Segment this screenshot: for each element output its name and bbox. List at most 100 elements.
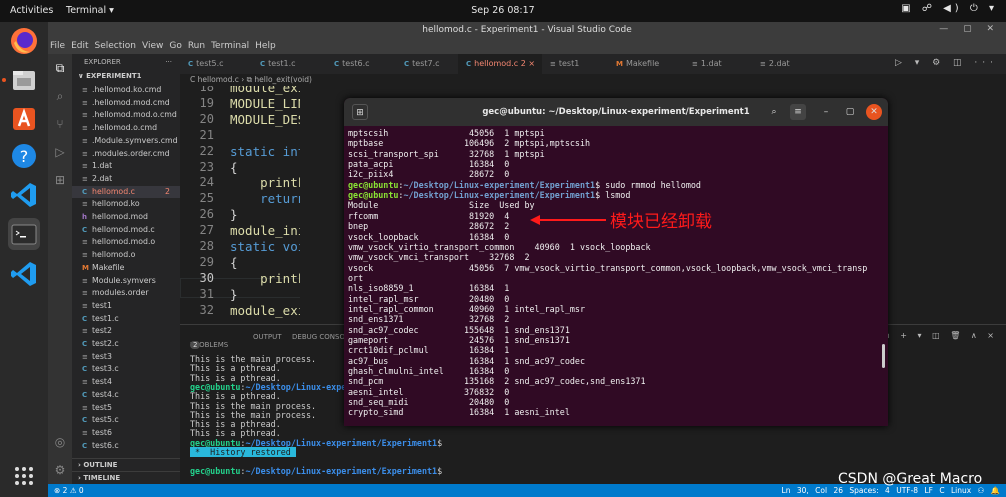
editor-tab[interactable]: Ctest1.c xyxy=(252,54,326,74)
system-tray[interactable]: ▣ ☍ ◀) ⏻ ▾ xyxy=(901,3,998,14)
editor-tab[interactable]: ≡ 1.dat xyxy=(684,54,752,74)
code-line[interactable]: } xyxy=(230,287,238,302)
window-controls[interactable]: — ▢ ✕ xyxy=(939,24,1000,34)
code-line[interactable]: { xyxy=(230,255,238,270)
terminal-line: snd_seq_midi 20480 0 xyxy=(348,397,510,408)
watermark: CSDN @Great Macro xyxy=(838,471,983,487)
file-item[interactable]: Ctest3.c xyxy=(72,363,180,376)
file-item[interactable]: Ctest2.c xyxy=(72,338,180,351)
software-store-icon[interactable] xyxy=(8,102,40,134)
vscode-icon[interactable] xyxy=(8,179,40,211)
file-item[interactable]: M Makefile xyxy=(72,262,180,275)
menu-terminal[interactable]: Terminal xyxy=(211,41,249,51)
menu-edit[interactable]: Edit xyxy=(71,41,88,51)
source-control-icon[interactable]: ⑂ xyxy=(52,116,68,132)
file-item[interactable]: ≡ hellomod.o xyxy=(72,249,180,262)
vscode-icon[interactable] xyxy=(8,258,40,290)
menu-run[interactable]: Run xyxy=(188,41,205,51)
file-item[interactable]: ≡ .hellomod.mod.cmd xyxy=(72,97,180,110)
file-item[interactable]: ≡ modules.order xyxy=(72,287,180,300)
file-name: hellomod.mod.c xyxy=(92,224,155,234)
editor-tab[interactable]: Ctest7.c xyxy=(396,54,458,74)
file-item[interactable]: ≡ hellomod.ko xyxy=(72,198,180,211)
file-item[interactable]: ≡ test4 xyxy=(72,376,180,389)
search-icon[interactable]: ⌕ xyxy=(52,88,68,104)
menu-go[interactable]: Go xyxy=(169,41,181,51)
file-item[interactable]: Ctest1.c xyxy=(72,313,180,326)
file-item[interactable]: h hellomod.mod xyxy=(72,211,180,224)
editor-tab[interactable]: Ctest5.c xyxy=(180,54,252,74)
editor-tab[interactable]: M Makefile xyxy=(608,54,684,74)
menu-view[interactable]: View xyxy=(142,41,163,51)
project-folder[interactable]: ∨ EXPERIMENT1 xyxy=(72,70,180,83)
code-line[interactable]: printk(KERN_ xyxy=(230,271,300,286)
code-line[interactable]: { xyxy=(230,160,238,175)
settings-gear-icon[interactable]: ⚙ xyxy=(52,462,68,478)
file-item[interactable]: ≡ .Module.symvers.cmd xyxy=(72,135,180,148)
search-icon[interactable]: ⌕ xyxy=(766,104,782,120)
file-type-icon: ≡ xyxy=(550,60,556,68)
run-debug-icon[interactable]: ▷ xyxy=(52,144,68,160)
file-item[interactable]: ≡ test2 xyxy=(72,325,180,338)
clock[interactable]: Sep 26 08:17 xyxy=(0,5,1006,16)
minimize-icon[interactable]: – xyxy=(818,104,834,120)
outline-section[interactable]: › OUTLINE xyxy=(72,458,180,471)
tab-output[interactable]: OUTPUT xyxy=(253,333,282,341)
file-type-icon: ≡ xyxy=(82,327,88,336)
menu-help[interactable]: Help xyxy=(255,41,276,51)
files-icon[interactable] xyxy=(8,64,40,96)
file-type-icon: C xyxy=(82,416,88,425)
breadcrumb[interactable]: C hellomod.c › ⧉ hello_exit(void) xyxy=(180,74,1006,86)
show-apps-icon[interactable] xyxy=(8,460,40,492)
editor-actions[interactable]: ▷ ▾ ⚙ ◫ ··· xyxy=(895,58,998,68)
problems-status[interactable]: ⊗ 2 ⚠ 0 xyxy=(54,484,84,497)
code-line[interactable]: return 0; xyxy=(230,191,300,206)
extensions-icon[interactable]: ⊞ xyxy=(52,172,68,188)
terminal-scrollbar[interactable] xyxy=(882,344,885,368)
editor-tab[interactable]: ≡ test1 xyxy=(542,54,608,74)
file-item[interactable]: ≡ hellomod.mod.o xyxy=(72,236,180,249)
account-icon[interactable]: ◎ xyxy=(52,434,68,450)
file-item[interactable]: Chellomod.c 2 xyxy=(72,185,180,199)
timeline-section[interactable]: › TIMELINE xyxy=(72,471,180,484)
code-line[interactable]: module_init(hell xyxy=(230,223,300,238)
code-line[interactable]: static int __ini xyxy=(230,144,300,159)
code-line[interactable]: } xyxy=(230,207,238,222)
file-item[interactable]: ≡ test5 xyxy=(72,402,180,415)
terminal-icon[interactable] xyxy=(8,218,40,250)
menu-file[interactable]: File xyxy=(50,41,65,51)
file-item[interactable]: ≡ test6 xyxy=(72,427,180,440)
code-line[interactable]: MODULE_LINCENSE(" xyxy=(230,96,300,111)
terminal-output[interactable]: mptscsih 45056 1 mptspi mptbase 106496 2 … xyxy=(344,126,888,426)
code-line[interactable]: module_exit(lkp_cleanup); xyxy=(230,86,300,95)
close-icon[interactable]: ✕ xyxy=(866,104,882,120)
help-icon[interactable]: ? xyxy=(8,140,40,172)
file-item[interactable]: ≡ test3 xyxy=(72,351,180,364)
file-name: hellomod.o xyxy=(92,250,136,260)
file-item[interactable]: ≡ 2.dat xyxy=(72,173,180,186)
code-line[interactable]: module_exit(hell xyxy=(230,303,300,318)
code-line[interactable]: printk(KERN_I xyxy=(230,175,300,190)
menu-selection[interactable]: Selection xyxy=(95,41,136,51)
file-item[interactable]: Ctest5.c xyxy=(72,414,180,427)
file-item[interactable]: Chellomod.mod.c xyxy=(72,224,180,237)
editor-tab[interactable]: ≡ 2.dat xyxy=(752,54,820,74)
file-item[interactable]: Ctest4.c xyxy=(72,389,180,402)
editor-tab[interactable]: Chellomod.c 2 × xyxy=(458,54,542,74)
file-item[interactable]: Ctest6.c xyxy=(72,440,180,453)
file-item[interactable]: ≡ .hellomod.o.cmd xyxy=(72,122,180,135)
file-item[interactable]: ≡ 1.dat xyxy=(72,160,180,173)
file-item[interactable]: ≡ test1 xyxy=(72,300,180,313)
file-item[interactable]: ≡ .modules.order.cmd xyxy=(72,148,180,161)
explorer-icon[interactable]: ⧉ xyxy=(52,60,68,76)
hamburger-menu-icon[interactable]: ≡ xyxy=(790,104,806,120)
file-item[interactable]: ≡ .hellomod.mod.o.cmd xyxy=(72,109,180,122)
code-editor[interactable]: 18 module_exit(lkp_cleanup); 19 MODULE_LINC… xyxy=(180,86,300,324)
file-item[interactable]: ≡ Module.symvers xyxy=(72,275,180,288)
file-item[interactable]: ≡ .hellomod.ko.cmd xyxy=(72,84,180,97)
firefox-icon[interactable] xyxy=(8,25,40,57)
code-line[interactable]: MODULE_DESCRIPTIO xyxy=(230,112,300,127)
code-line[interactable]: static void __ex xyxy=(230,239,300,254)
maximize-icon[interactable]: ▢ xyxy=(842,104,858,120)
editor-tab[interactable]: Ctest6.c xyxy=(326,54,396,74)
